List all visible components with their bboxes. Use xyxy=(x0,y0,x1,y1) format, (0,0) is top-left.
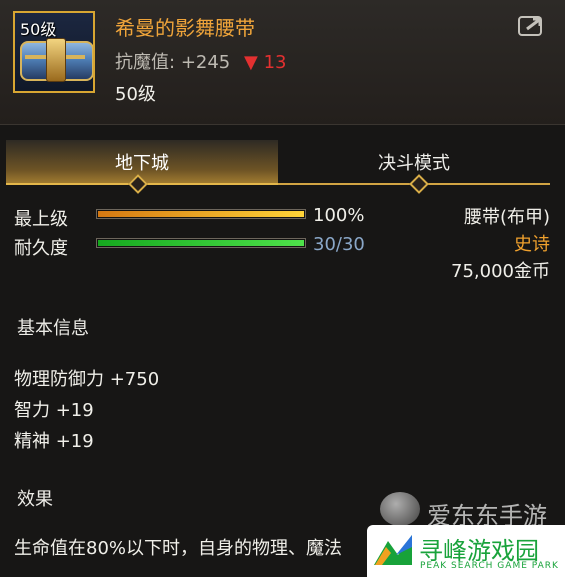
item-header: 50级 希曼的影舞腰带 抗魔值: +245 ▼ 13 50级 xyxy=(0,0,565,125)
belt-buckle xyxy=(46,38,66,82)
durability-label: 耐久度 xyxy=(14,238,68,259)
item-slot: 腰带(布甲) xyxy=(463,207,550,228)
effect-title: 效果 xyxy=(17,489,53,510)
down-arrow-icon: ▼ xyxy=(244,52,258,73)
max-level-fill xyxy=(98,211,304,217)
attribute-line: 物理防御力 +750 xyxy=(14,369,160,390)
max-level-bar xyxy=(96,209,306,219)
item-level-badge: 50级 xyxy=(20,20,57,39)
watermark-right: 寻峰游戏园 PEAK SEARCH GAME PARK xyxy=(367,525,565,577)
effect-text: 生命值在80%以下时，自身的物理、魔法 xyxy=(14,538,343,559)
attribute-line: 精神 +19 xyxy=(14,431,94,452)
magic-resist-label: 抗魔值: xyxy=(115,52,176,73)
watermark-left-logo-icon xyxy=(380,492,420,526)
durability-bar xyxy=(96,238,306,248)
basic-info-title: 基本信息 xyxy=(17,318,89,339)
item-name: 希曼的影舞腰带 xyxy=(115,16,255,40)
watermark-right-logo-icon xyxy=(374,535,412,565)
durability-value: 30/30 xyxy=(313,234,365,255)
share-button[interactable] xyxy=(517,14,547,38)
magic-resist-row: 抗魔值: +245 ▼ 13 xyxy=(115,48,286,74)
required-level: 50级 xyxy=(115,84,156,105)
share-icon xyxy=(518,16,542,36)
max-level-label: 最上级 xyxy=(14,209,68,230)
watermark-right-subtitle: PEAK SEARCH GAME PARK xyxy=(420,561,559,571)
magic-resist-value: +245 xyxy=(180,52,231,73)
durability-fill xyxy=(98,240,304,246)
magic-resist-change: 13 xyxy=(263,52,287,73)
mode-tabs: 地下城 决斗模式 xyxy=(6,140,551,185)
belt-item-icon[interactable]: 50级 xyxy=(13,11,95,93)
item-price: 75,000金币 xyxy=(451,261,550,282)
attribute-line: 智力 +19 xyxy=(14,400,94,421)
item-rarity: 史诗 xyxy=(514,234,550,255)
max-level-value: 100% xyxy=(313,205,365,226)
